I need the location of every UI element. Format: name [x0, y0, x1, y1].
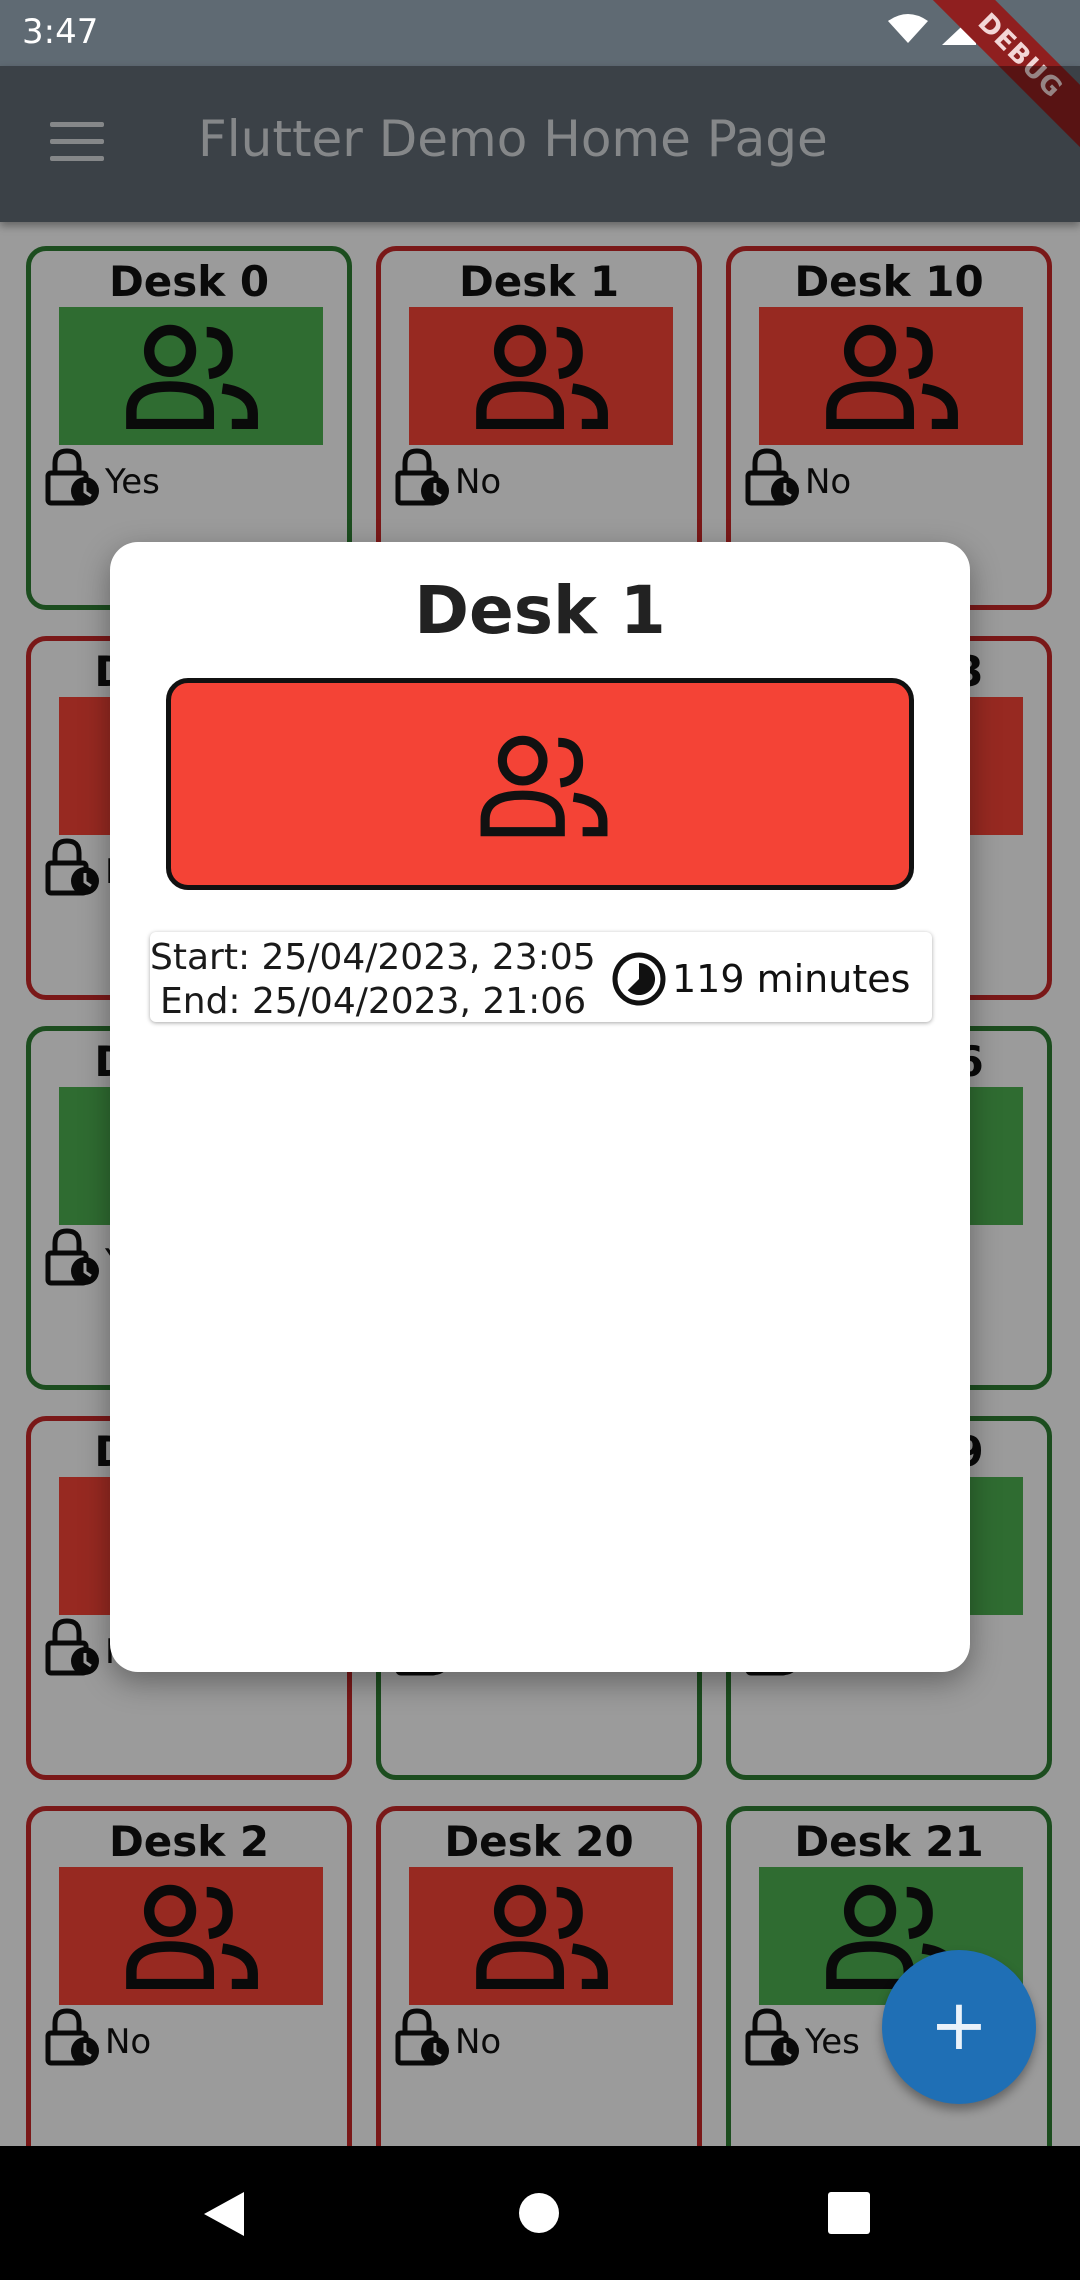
status-bar: 3:47 [0, 0, 1080, 66]
timelapse-icon [612, 952, 666, 1006]
dialog-title: Desk 1 [414, 572, 666, 649]
status-time: 3:47 [22, 12, 99, 52]
booking-duration: 119 minutes [610, 950, 910, 1008]
booking-times: Start: 25/04/2023, 23:05 End: 25/04/2023… [150, 936, 596, 1024]
back-icon[interactable] [204, 2192, 244, 2236]
desk-dialog: Desk 1 Start: 25/04/2023, 23:05 End: 25/… [110, 542, 970, 1672]
wifi-icon [888, 14, 928, 43]
plus-icon: + [929, 1984, 989, 2066]
system-nav-bar [0, 2146, 1080, 2280]
add-desk-button[interactable]: + [882, 1950, 1036, 2104]
booking-end: End: 25/04/2023, 21:06 [160, 981, 587, 1022]
dialog-status-block [166, 678, 914, 890]
booking-duration-text: 119 minutes [672, 957, 911, 1001]
recents-icon[interactable] [828, 2192, 870, 2234]
home-icon[interactable] [518, 2192, 560, 2234]
people-icon [480, 735, 608, 837]
booking-card[interactable]: Start: 25/04/2023, 23:05 End: 25/04/2023… [150, 932, 932, 1022]
booking-start: Start: 25/04/2023, 23:05 [150, 937, 596, 978]
